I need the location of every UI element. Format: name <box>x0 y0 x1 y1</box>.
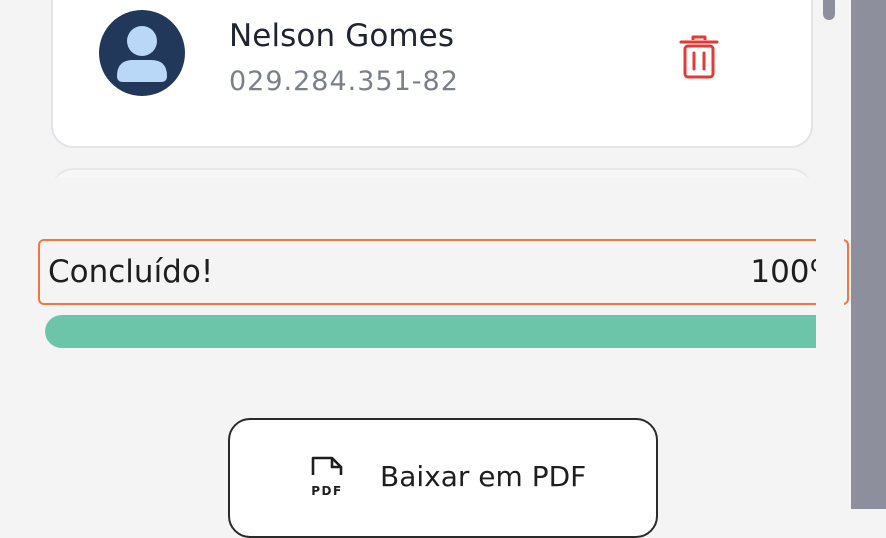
progress-label-row: Concluído! 100% <box>38 239 849 305</box>
list-fade <box>40 178 830 218</box>
progress-status: Concluído! <box>48 254 214 290</box>
pdf-file-icon: PDF <box>311 456 343 498</box>
download-pdf-button[interactable]: PDF Baixar em PDF <box>228 418 658 538</box>
download-pdf-label: Baixar em PDF <box>380 460 587 493</box>
user-avatar-icon <box>99 10 185 96</box>
progress-bar <box>45 315 841 348</box>
side-panel-edge <box>851 0 886 509</box>
trash-icon[interactable] <box>679 35 719 79</box>
scrollbar-gutter <box>816 0 844 509</box>
scrollbar-thumb[interactable] <box>823 0 835 20</box>
progress-fill <box>45 315 841 348</box>
contact-name: Nelson Gomes <box>229 18 455 54</box>
contact-document: 029.284.351-82 <box>229 66 459 97</box>
pdf-icon-text: PDF <box>311 484 342 498</box>
contact-list: Nelson Gomes 029.284.351-82 Concluído! 1… <box>0 0 851 538</box>
contact-card[interactable]: Nelson Gomes 029.284.351-82 <box>51 0 813 148</box>
